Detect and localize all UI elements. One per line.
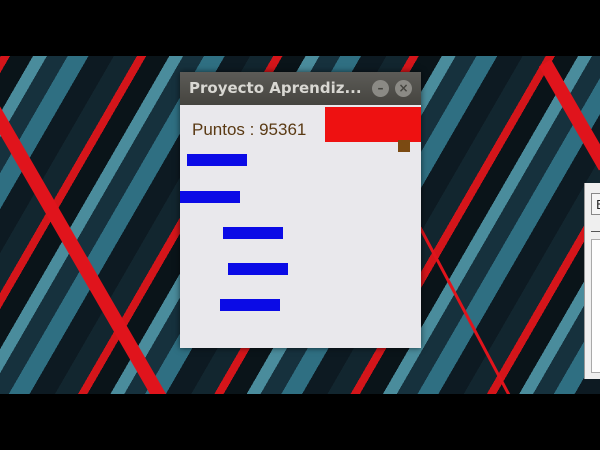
minimize-icon[interactable]: –	[372, 80, 389, 97]
close-icon[interactable]: ×	[395, 80, 412, 97]
game-canvas[interactable]: Puntos : 95361	[180, 105, 421, 348]
obstacle-block	[223, 227, 283, 239]
obstacle-block	[228, 263, 288, 275]
background-window[interactable]: E	[584, 183, 600, 379]
score-label: Puntos : 95361	[192, 120, 307, 139]
background-window-button[interactable]: E	[591, 193, 600, 215]
game-piece	[398, 140, 410, 152]
game-window[interactable]: Proyecto Aprendiz... – × Puntos : 95361	[180, 72, 421, 348]
letterbox-top	[0, 0, 600, 56]
obstacle-block	[180, 191, 240, 203]
window-titlebar[interactable]: Proyecto Aprendiz... – ×	[180, 72, 421, 105]
obstacle-block	[220, 299, 280, 311]
wallpaper-stripe	[538, 59, 600, 171]
wallpaper-stripe	[0, 99, 207, 394]
obstacle-block	[187, 154, 247, 166]
player-block	[325, 107, 421, 142]
background-window-panel[interactable]	[591, 239, 600, 373]
wallpaper-stripe	[418, 226, 516, 394]
letterbox-bottom	[0, 394, 600, 450]
window-title: Proyecto Aprendiz...	[189, 79, 362, 97]
separator	[591, 231, 600, 232]
